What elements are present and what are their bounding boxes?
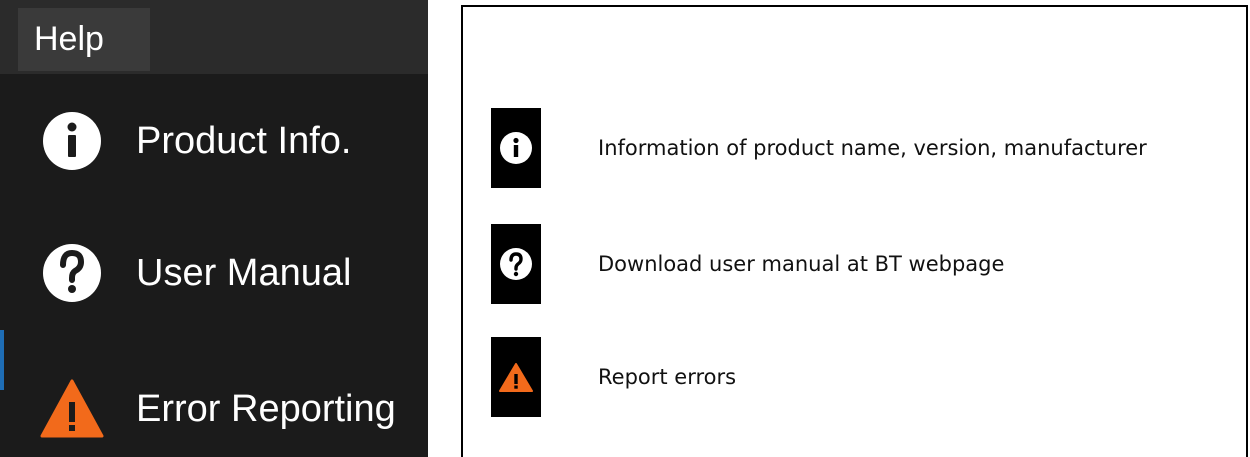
menu-item-user-manual[interactable]: User Manual bbox=[0, 228, 428, 318]
menu-item-error-reporting[interactable]: Error Reporting bbox=[0, 364, 428, 454]
help-menu-screenshot: Help Product Info. User Manual Error Rep… bbox=[0, 0, 428, 457]
menu-item-label: User Manual bbox=[136, 252, 352, 294]
legend-text: Report errors bbox=[598, 365, 737, 389]
legend-text: Download user manual at BT webpage bbox=[598, 252, 1005, 276]
legend-row-product-info: Information of product name, version, ma… bbox=[491, 108, 1231, 188]
icon-legend-box: Information of product name, version, ma… bbox=[461, 5, 1248, 457]
question-icon bbox=[491, 224, 541, 304]
help-menu-reference: Help Product Info. User Manual Error Rep… bbox=[0, 0, 1250, 457]
menu-item-product-info[interactable]: Product Info. bbox=[0, 96, 428, 186]
menu-item-label: Error Reporting bbox=[136, 388, 396, 430]
menu-item-label: Product Info. bbox=[136, 120, 352, 162]
menu-bar: Help bbox=[0, 0, 428, 74]
help-menu-title[interactable]: Help bbox=[18, 8, 150, 71]
warning-icon bbox=[491, 337, 541, 417]
info-icon bbox=[491, 108, 541, 188]
legend-text: Information of product name, version, ma… bbox=[598, 136, 1147, 160]
legend-row-error-reporting: Report errors bbox=[491, 337, 1231, 417]
legend-row-user-manual: Download user manual at BT webpage bbox=[491, 224, 1231, 304]
info-icon bbox=[40, 96, 104, 186]
question-icon bbox=[40, 228, 104, 318]
warning-icon bbox=[40, 364, 104, 454]
